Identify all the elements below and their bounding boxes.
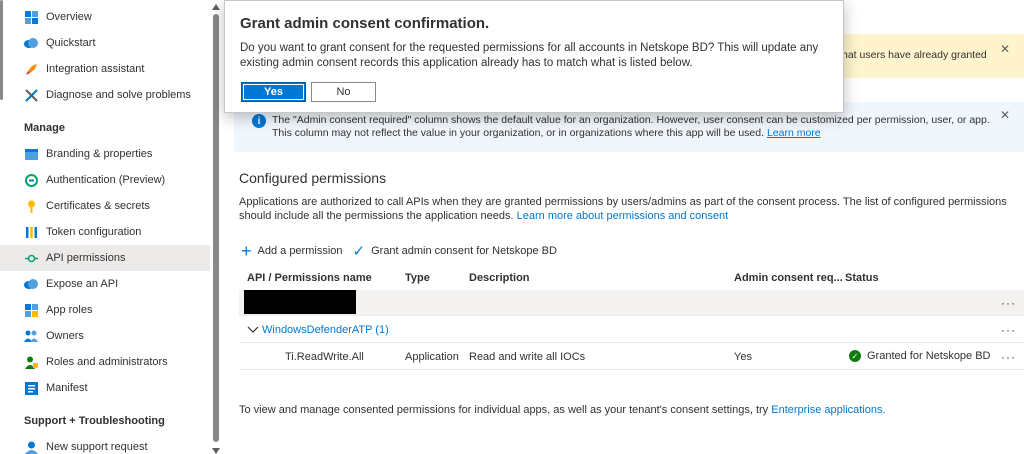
info-icon: i bbox=[252, 114, 266, 128]
column-header-admin-consent[interactable]: Admin consent req... bbox=[734, 272, 843, 284]
close-icon[interactable]: ✕ bbox=[1000, 108, 1010, 122]
sidebar-item-label: Overview bbox=[46, 11, 92, 23]
grant-admin-consent-button[interactable]: ✓ Grant admin consent for Netskope BD bbox=[353, 242, 557, 260]
info-banner-message: The "Admin consent required" column show… bbox=[272, 114, 990, 139]
plus-icon: + bbox=[241, 241, 252, 261]
scroll-down-arrow-icon[interactable] bbox=[212, 448, 220, 454]
table-row-redacted-api[interactable]: ··· bbox=[239, 290, 1024, 316]
sidebar-item-label: New support request bbox=[46, 441, 148, 453]
more-options-icon[interactable]: ··· bbox=[1001, 350, 1016, 364]
sidebar-item-roles-administrators[interactable]: Roles and administrators bbox=[0, 349, 210, 375]
close-icon[interactable]: ✕ bbox=[1000, 42, 1010, 56]
wrench-icon bbox=[24, 88, 38, 102]
dialog-message: Do you want to grant consent for the req… bbox=[240, 42, 819, 69]
yes-button[interactable]: Yes bbox=[241, 82, 306, 102]
grant-consent-label: Grant admin consent for Netskope BD bbox=[371, 245, 557, 257]
sidebar-item-certificates[interactable]: Certificates & secrets bbox=[0, 193, 210, 219]
sidebar-item-label: Roles and administrators bbox=[46, 356, 168, 368]
learn-more-link[interactable]: Learn more bbox=[767, 127, 821, 139]
sidebar-item-new-support-request[interactable]: New support request bbox=[0, 434, 210, 454]
section-title: Configured permissions bbox=[239, 170, 387, 186]
sidebar-item-label: Expose an API bbox=[46, 278, 119, 290]
rocket-icon bbox=[24, 62, 38, 76]
sidebar-item-owners[interactable]: Owners bbox=[0, 323, 210, 349]
checkmark-icon: ✓ bbox=[352, 243, 366, 260]
dialog-title: Grant admin consent confirmation. bbox=[240, 15, 490, 32]
no-button[interactable]: No bbox=[311, 82, 376, 102]
sidebar-item-token-configuration[interactable]: Token configuration bbox=[0, 219, 210, 245]
column-header-description[interactable]: Description bbox=[469, 272, 530, 284]
sidebar-item-diagnose[interactable]: Diagnose and solve problems bbox=[0, 82, 210, 108]
scrollbar-thumb[interactable] bbox=[213, 14, 219, 442]
permission-type: Application bbox=[405, 351, 459, 363]
footer-text: To view and manage consented permissions… bbox=[239, 404, 769, 416]
sidebar-item-label: Diagnose and solve problems bbox=[46, 89, 191, 101]
sidebar-item-overview[interactable]: Overview bbox=[0, 4, 210, 30]
manage-section-header: Manage bbox=[24, 122, 65, 134]
sidebar-item-label: Manifest bbox=[46, 382, 88, 394]
sidebar-item-label: Token configuration bbox=[46, 226, 142, 238]
sidebar-item-quickstart[interactable]: Quickstart bbox=[0, 30, 210, 56]
sidebar-item-expose-api[interactable]: Expose an API bbox=[0, 271, 210, 297]
roles-icon bbox=[24, 355, 38, 369]
enterprise-applications-link[interactable]: Enterprise applications. bbox=[771, 404, 885, 416]
sidebar-item-app-roles[interactable]: App roles bbox=[0, 297, 210, 323]
support-section-header: Support + Troubleshooting bbox=[24, 415, 165, 427]
table-row[interactable]: Ti.ReadWrite.All Application Read and wr… bbox=[239, 344, 1024, 370]
add-permission-button[interactable]: + Add a permission bbox=[241, 241, 343, 261]
table-row-group[interactable]: WindowsDefenderATP (1) ··· bbox=[239, 317, 1024, 343]
success-check-icon: ✓ bbox=[849, 350, 861, 362]
permissions-consent-link[interactable]: Learn more about permissions and consent bbox=[517, 210, 729, 222]
owners-icon bbox=[24, 329, 38, 343]
group-label: WindowsDefenderATP (1) bbox=[262, 324, 389, 336]
column-header-type[interactable]: Type bbox=[405, 272, 430, 284]
support-person-icon bbox=[24, 440, 38, 454]
add-permission-label: Add a permission bbox=[257, 245, 343, 257]
permission-description: Read and write all IOCs bbox=[469, 351, 586, 363]
more-options-icon[interactable]: ··· bbox=[1001, 323, 1016, 337]
status-badge: ✓ Granted for Netskope BD bbox=[849, 350, 991, 362]
sidebar-item-authentication[interactable]: Authentication (Preview) bbox=[0, 167, 210, 193]
sidebar-item-label: Certificates & secrets bbox=[46, 200, 150, 212]
group-expander[interactable]: WindowsDefenderATP (1) bbox=[247, 324, 389, 336]
section-description: Applications are authorized to call APIs… bbox=[239, 195, 1019, 223]
warning-banner-text: hat users have already granted bbox=[842, 49, 987, 61]
sidebar-item-label: Owners bbox=[46, 330, 84, 342]
sidebar-item-label: API permissions bbox=[46, 252, 126, 264]
sidebar-item-integration-assistant[interactable]: Integration assistant bbox=[0, 56, 210, 82]
sidebar-item-label: Authentication (Preview) bbox=[46, 174, 166, 186]
grant-consent-dialog: Grant admin consent confirmation. Do you… bbox=[224, 0, 844, 113]
sidebar-item-label: Branding & properties bbox=[46, 148, 153, 160]
column-header-api-name[interactable]: API / Permissions name bbox=[247, 272, 372, 284]
info-banner-text: The "Admin consent required" column show… bbox=[272, 114, 992, 140]
chevron-down-icon bbox=[247, 326, 259, 333]
overview-icon bbox=[24, 10, 38, 24]
authentication-icon bbox=[24, 173, 38, 187]
sidebar-scrollbar[interactable] bbox=[212, 4, 220, 454]
permissions-toolbar: + Add a permission ✓ Grant admin consent… bbox=[241, 242, 567, 260]
column-header-status[interactable]: Status bbox=[845, 272, 879, 284]
sidebar-item-api-permissions[interactable]: API permissions bbox=[0, 245, 210, 271]
sidebar-item-manifest[interactable]: Manifest bbox=[0, 375, 210, 401]
sidebar: Overview Quickstart Integration assistan… bbox=[0, 0, 210, 454]
admin-consent-value: Yes bbox=[734, 351, 752, 363]
permission-name-link[interactable]: Ti.ReadWrite.All bbox=[285, 351, 364, 363]
more-options-icon[interactable]: ··· bbox=[1001, 296, 1016, 310]
cloud-icon bbox=[24, 36, 38, 50]
sidebar-item-label: Integration assistant bbox=[46, 63, 145, 75]
sidebar-item-label: Quickstart bbox=[46, 37, 96, 49]
token-icon bbox=[24, 225, 38, 239]
scroll-up-arrow-icon[interactable] bbox=[212, 4, 220, 10]
footer-note: To view and manage consented permissions… bbox=[239, 404, 886, 416]
api-icon bbox=[24, 251, 38, 265]
app-roles-icon bbox=[24, 303, 38, 317]
cloud-icon bbox=[24, 277, 38, 291]
manifest-icon bbox=[24, 381, 38, 395]
status-text: Granted for Netskope BD bbox=[867, 350, 991, 362]
branding-icon bbox=[24, 147, 38, 161]
sidebar-item-branding[interactable]: Branding & properties bbox=[0, 141, 210, 167]
sidebar-item-label: App roles bbox=[46, 304, 93, 316]
redacted-api-name bbox=[244, 290, 356, 314]
key-icon bbox=[24, 199, 38, 213]
